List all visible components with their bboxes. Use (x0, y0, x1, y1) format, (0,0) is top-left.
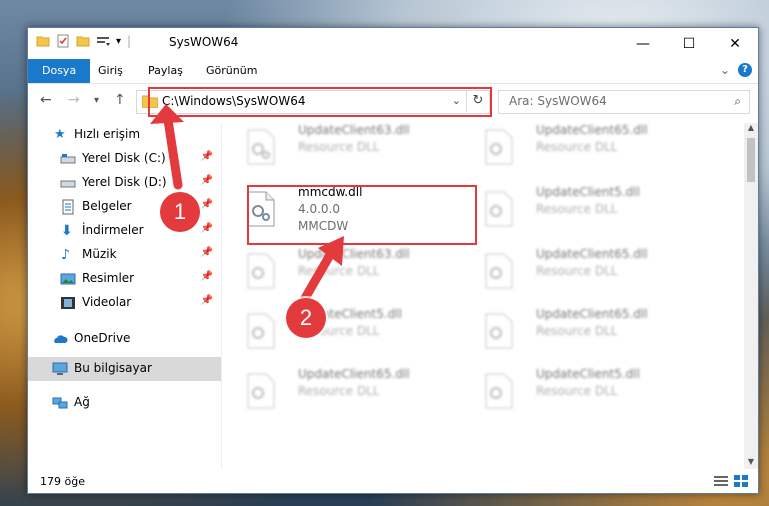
annotation-arrows (150, 104, 344, 305)
step-badge-1: 1 (160, 192, 200, 232)
step-badge-2: 2 (286, 298, 326, 338)
